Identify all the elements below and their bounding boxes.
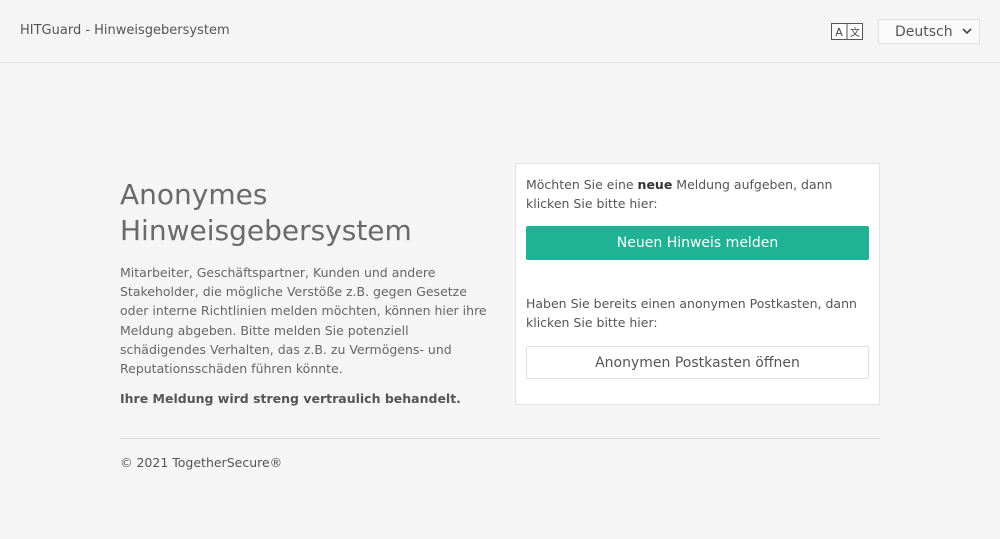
new-report-prompt: Möchten Sie eine neue Meldung aufgeben, … <box>526 175 871 213</box>
page-title: Anonymes Hinweisgebersystem <box>120 178 412 247</box>
mailbox-prompt: Haben Sie bereits einen anonymen Postkas… <box>526 296 857 330</box>
svg-text:A: A <box>835 26 843 39</box>
top-bar: HITGuard - Hinweisgebersystem A 文 Deutsc… <box>0 0 1000 63</box>
action-card: Möchten Sie eine neue Meldung aufgeben, … <box>515 163 880 405</box>
translate-icon[interactable]: A 文 <box>831 23 863 40</box>
confidential-note: Ihre Meldung wird streng vertraulich beh… <box>120 391 461 406</box>
footer-divider <box>120 438 880 439</box>
svg-text:文: 文 <box>850 26 860 39</box>
open-mailbox-button[interactable]: Anonymen Postkasten öffnen <box>526 346 869 379</box>
new-report-prompt-bold: neue <box>637 177 673 192</box>
app-title: HITGuard - Hinweisgebersystem <box>20 23 230 38</box>
copyright: © 2021 TogetherSecure® <box>120 455 283 470</box>
new-report-prompt-text-1: Möchten Sie eine <box>526 177 638 192</box>
new-report-button[interactable]: Neuen Hinweis melden <box>526 226 869 260</box>
chevron-down-icon <box>962 28 972 35</box>
language-select-value: Deutsch <box>895 23 953 40</box>
language-select[interactable]: Deutsch <box>878 19 980 44</box>
intro-description: Mitarbeiter, Geschäftspartner, Kunden un… <box>120 265 487 377</box>
